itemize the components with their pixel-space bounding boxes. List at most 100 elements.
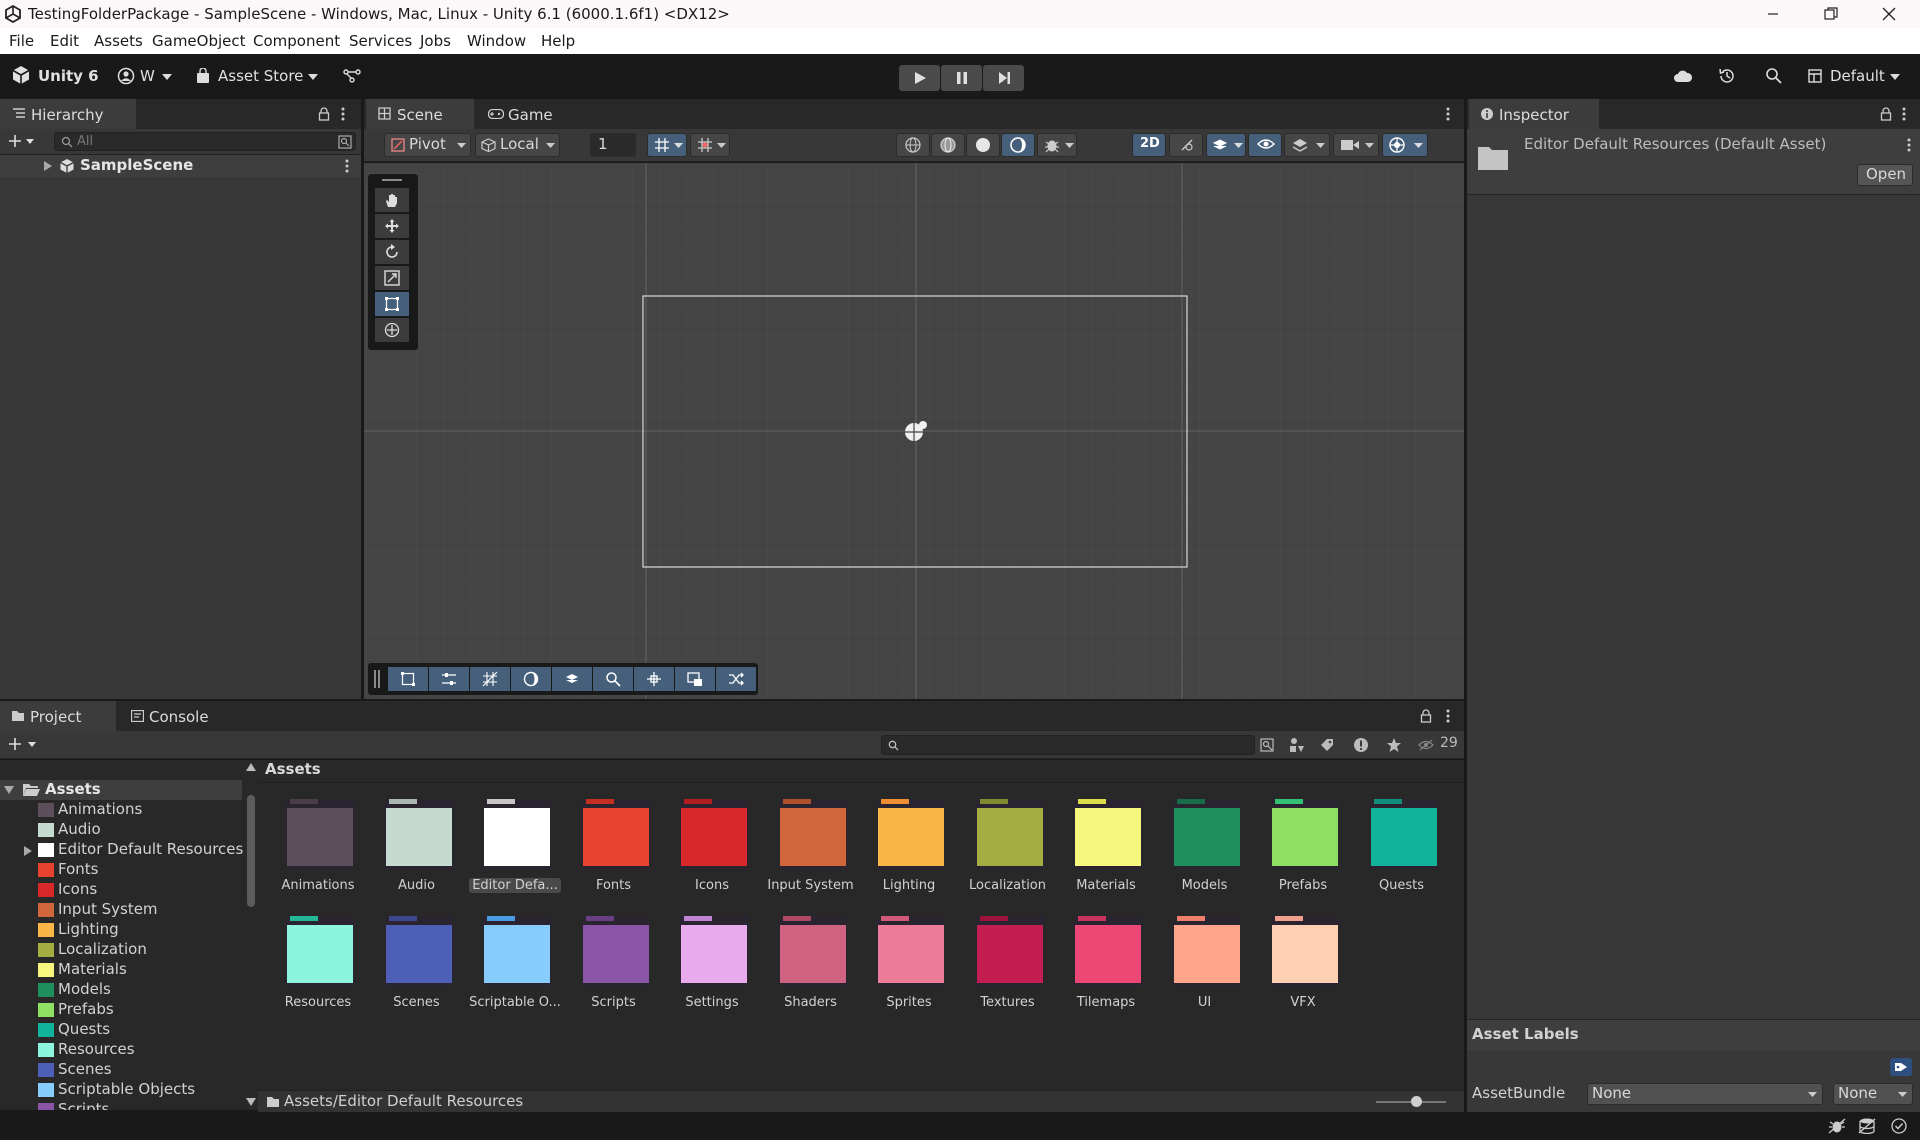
asset-folder[interactable]: Scriptable O...	[469, 915, 561, 1015]
assetbundle-dropdown[interactable]: None	[1587, 1083, 1823, 1105]
inspector-lock-icon[interactable]	[1880, 107, 1892, 121]
asset-store-chevron-down-icon[interactable]	[308, 74, 318, 80]
scene-expand-arrow-icon[interactable]	[44, 161, 52, 171]
hierarchy-scene-row[interactable]: SampleScene	[0, 155, 361, 177]
asset-folder[interactable]: Input System	[767, 798, 854, 898]
close-button[interactable]	[1860, 0, 1918, 28]
asset-folder[interactable]: Shaders	[771, 915, 851, 1015]
overlay-grid-button[interactable]	[470, 667, 510, 691]
asset-folder[interactable]: Tilemaps	[1066, 915, 1146, 1015]
hidden-packages-eye-icon[interactable]	[1418, 739, 1434, 751]
overlay-camera-button[interactable]	[675, 667, 715, 691]
hierarchy-search-options-icon[interactable]	[338, 135, 352, 149]
hierarchy-kebab-menu-icon[interactable]	[341, 107, 345, 121]
rect-tool-button[interactable]	[375, 292, 409, 316]
overlay-pivot-button[interactable]	[634, 667, 674, 691]
tab-scene[interactable]: Scene	[366, 99, 474, 129]
menu-gameobject[interactable]: GameObject	[152, 32, 246, 50]
tree-scroll-up-icon[interactable]	[246, 763, 256, 771]
grid-visibility-button[interactable]	[690, 133, 730, 157]
asset-folder[interactable]: Materials	[1066, 798, 1146, 898]
asset-store-bag-icon[interactable]	[196, 68, 210, 84]
assetbundle-variant-dropdown[interactable]: None	[1833, 1083, 1913, 1105]
filter-by-type-icon[interactable]	[1289, 737, 1305, 753]
asset-folder[interactable]: VFX	[1263, 915, 1343, 1015]
asset-folder[interactable]: UI	[1165, 915, 1245, 1015]
scene-kebab-menu-icon[interactable]	[1446, 107, 1450, 121]
shading-wireframe-shaded-button[interactable]	[931, 133, 965, 157]
asset-folder[interactable]: Sprites	[869, 915, 949, 1015]
shading-unlit-button[interactable]	[1001, 133, 1035, 157]
assets-expand-arrow-icon[interactable]	[4, 786, 14, 794]
hierarchy-add-icon[interactable]	[8, 134, 34, 148]
pivot-dropdown[interactable]: Pivot	[384, 133, 471, 157]
menu-jobs[interactable]: Jobs	[420, 32, 451, 50]
inspector-header-kebab-icon[interactable]	[1907, 138, 1911, 152]
scene-visibility-button[interactable]	[1248, 133, 1282, 157]
open-button[interactable]: Open	[1857, 164, 1913, 186]
tab-game[interactable]: Game	[477, 99, 567, 129]
layout-dropdown[interactable]: Default	[1830, 67, 1885, 85]
progress-check-icon[interactable]	[1891, 1118, 1907, 1134]
scene-layers-button[interactable]	[1284, 133, 1330, 157]
asset-folder[interactable]: Localization	[968, 798, 1048, 898]
audio-effects-button[interactable]	[1206, 133, 1246, 157]
pause-button[interactable]	[941, 65, 982, 91]
scene-viewport[interactable]	[364, 163, 1464, 699]
scale-tool-button[interactable]	[375, 266, 409, 290]
tree-scrollbar[interactable]	[244, 760, 258, 1110]
debug-draw-mode-button[interactable]	[1037, 133, 1077, 157]
toggle-2d-button[interactable]: 2D	[1132, 133, 1166, 157]
account-icon[interactable]	[117, 67, 135, 85]
tab-inspector[interactable]: Inspector	[1469, 99, 1599, 129]
asset-folder[interactable]: Prefabs	[1263, 798, 1343, 898]
lighting-toggle-button[interactable]	[1169, 133, 1203, 157]
asset-folder[interactable]: Textures	[968, 915, 1048, 1015]
asset-folder[interactable]: Resources	[278, 915, 358, 1015]
inspector-kebab-menu-icon[interactable]	[1902, 107, 1906, 121]
tree-scroll-thumb[interactable]	[247, 795, 255, 907]
tab-hierarchy[interactable]: Hierarchy	[0, 99, 136, 129]
version-control-icon[interactable]	[343, 68, 361, 84]
tree-scroll-down-icon[interactable]	[246, 1098, 256, 1106]
breadcrumb-assets[interactable]: Assets	[265, 760, 321, 778]
menu-help[interactable]: Help	[541, 32, 575, 50]
scene-camera-button[interactable]	[1333, 133, 1379, 157]
cloud-icon[interactable]	[1673, 69, 1693, 83]
cache-server-icon[interactable]	[1858, 1118, 1876, 1134]
asset-folder[interactable]: Quests	[1362, 798, 1442, 898]
hierarchy-search-input[interactable]: All	[54, 132, 356, 151]
account-name[interactable]: W	[140, 67, 155, 85]
tree-expand-arrow-icon[interactable]	[24, 846, 32, 856]
hand-tool-button[interactable]	[375, 188, 409, 212]
overlay-search-button[interactable]	[593, 667, 633, 691]
asset-label-tag-icon[interactable]	[1890, 1058, 1912, 1076]
debug-bug-off-icon[interactable]	[1828, 1118, 1846, 1134]
project-kebab-menu-icon[interactable]	[1446, 709, 1450, 723]
search-icon[interactable]	[1765, 67, 1783, 85]
tab-project[interactable]: Project	[0, 701, 116, 731]
gizmos-button[interactable]	[1382, 133, 1428, 157]
scene-camera-gizmo-icon[interactable]	[902, 418, 930, 444]
account-chevron-down-icon[interactable]	[162, 74, 172, 80]
menu-component[interactable]: Component	[253, 32, 340, 50]
asset-folder[interactable]: Fonts	[574, 798, 654, 898]
asset-folder[interactable]: Animations	[278, 798, 358, 898]
overlay-rect-button[interactable]	[388, 667, 428, 691]
menu-assets[interactable]: Assets	[94, 32, 143, 50]
asset-folder[interactable]: Audio	[377, 798, 457, 898]
overlay-sliders-button[interactable]	[429, 667, 469, 691]
overlay-drag-handle-2[interactable]	[378, 670, 380, 688]
menu-services[interactable]: Services	[349, 32, 412, 50]
step-button[interactable]	[983, 65, 1024, 91]
grid-snapping-button[interactable]	[647, 133, 687, 157]
transform-tool-button[interactable]	[375, 318, 409, 342]
log-types-icon[interactable]	[1353, 737, 1369, 753]
project-lock-icon[interactable]	[1420, 709, 1432, 723]
scene-kebab-menu-icon[interactable]	[345, 159, 349, 173]
asset-folder[interactable]: Settings	[672, 915, 752, 1015]
tab-console[interactable]: Console	[119, 701, 231, 731]
hierarchy-lock-icon[interactable]	[318, 107, 330, 121]
asset-folder[interactable]: Icons	[672, 798, 752, 898]
asset-folder[interactable]: Models	[1165, 798, 1245, 898]
